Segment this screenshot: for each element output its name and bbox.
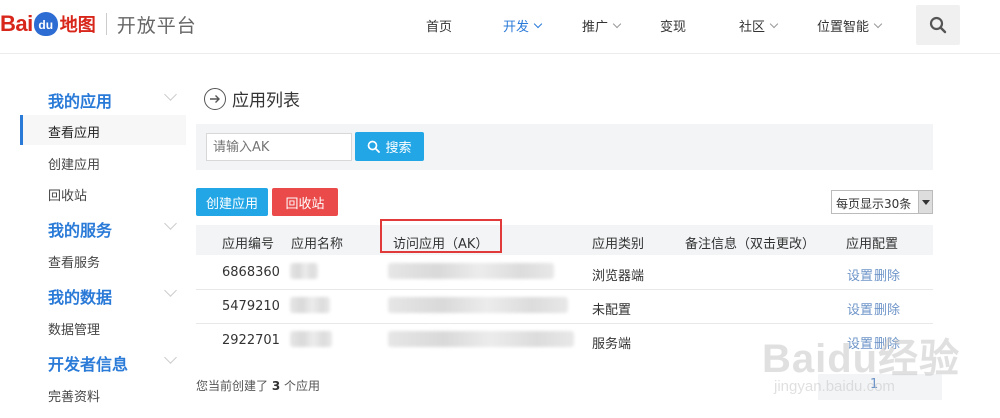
chevron-down-icon[interactable]: [164, 217, 177, 230]
column-header-notes: 备注信息（双击更改）: [685, 237, 816, 252]
platform-title: 开放平台: [116, 14, 197, 37]
nav-monetize-label: 变现: [660, 20, 687, 35]
chevron-down-icon[interactable]: [164, 351, 177, 364]
nav-location-intelligence[interactable]: 位置智能: [817, 16, 883, 35]
search-icon: [929, 16, 947, 34]
app-count-text: 您当前创建了 3 个应用: [196, 377, 320, 394]
sidebar-group-my-data[interactable]: 我的数据: [48, 284, 112, 308]
header-search-button[interactable]: [916, 5, 960, 45]
page-title: 应用列表: [204, 86, 300, 111]
redacted-app-name: [290, 263, 318, 279]
search-icon: [368, 140, 381, 153]
settings-link[interactable]: 设置: [847, 265, 873, 284]
column-header-category: 应用类别: [592, 237, 645, 252]
chevron-down-icon: [533, 19, 543, 29]
sidebar-group-developer-info[interactable]: 开发者信息: [48, 351, 128, 375]
arrow-right-circle-icon: [204, 87, 226, 110]
watermark-main-text: Baidu经验: [762, 337, 961, 381]
sidebar-item-view-apps[interactable]: 查看应用: [48, 122, 100, 141]
delete-link[interactable]: 删除: [874, 299, 900, 318]
row-category: 未配置: [592, 303, 632, 318]
chevron-down-icon: [873, 19, 883, 29]
nav-develop[interactable]: 开发: [503, 16, 543, 35]
row-app-id: 6868360: [222, 265, 280, 280]
nav-develop-label: 开发: [503, 20, 530, 35]
redacted-app-name: [290, 331, 332, 347]
nav-monetize[interactable]: 变现: [660, 16, 686, 35]
chevron-down-icon: [769, 19, 779, 29]
row-app-id: 2922701: [222, 333, 280, 348]
search-button[interactable]: 搜索: [355, 132, 424, 161]
logo-bai-text: Bai: [0, 11, 33, 36]
sidebar-group-my-apps[interactable]: 我的应用: [48, 88, 112, 112]
nav-community-label: 社区: [739, 20, 766, 35]
column-header-config: 应用配置: [846, 237, 899, 252]
settings-link[interactable]: 设置: [847, 299, 873, 318]
column-header-app-id: 应用编号: [222, 237, 275, 252]
chevron-down-icon[interactable]: [164, 284, 177, 297]
nav-promote-label: 推广: [582, 20, 609, 35]
sidebar-item-recycle-bin[interactable]: 回收站: [48, 185, 87, 204]
sidebar-item-view-services[interactable]: 查看服务: [48, 252, 100, 271]
nav-community[interactable]: 社区: [739, 16, 779, 35]
nav-home-label: 首页: [426, 20, 453, 35]
create-app-button[interactable]: 创建应用: [196, 188, 268, 216]
redacted-ak: [388, 331, 574, 347]
row-divider: [196, 289, 933, 290]
row-category: 浏览器端: [592, 269, 645, 284]
page-title-text: 应用列表: [232, 91, 300, 111]
baidu-jingyan-watermark: Baidu经验 jingyan.baidu.com: [762, 326, 960, 395]
delete-link[interactable]: 删除: [874, 265, 900, 284]
redacted-ak: [388, 263, 554, 279]
ak-column-highlight: [380, 219, 502, 253]
recycle-bin-button[interactable]: 回收站: [272, 188, 338, 216]
logo-map-text: 地图: [59, 15, 96, 36]
redacted-app-name: [290, 297, 330, 313]
per-page-value: 每页显示30条: [836, 197, 912, 211]
chevron-down-icon: [612, 19, 622, 29]
column-header-app-name: 应用名称: [291, 237, 344, 252]
logo-paw-icon: du: [33, 12, 58, 36]
per-page-select[interactable]: 每页显示30条: [831, 190, 933, 214]
nav-home[interactable]: 首页: [426, 16, 452, 35]
sidebar-group-my-services[interactable]: 我的服务: [48, 217, 112, 241]
app-count-prefix: 您当前创建了: [196, 379, 269, 393]
search-button-label: 搜索: [385, 141, 412, 156]
redacted-ak: [388, 297, 568, 313]
row-divider: [196, 323, 933, 324]
sidebar-active-indicator: [20, 115, 23, 145]
baidu-map-logo[interactable]: Bai du 地图 开放平台: [0, 8, 197, 40]
row-category: 服务端: [592, 337, 632, 352]
sidebar-item-create-app[interactable]: 创建应用: [48, 154, 100, 173]
chevron-down-icon[interactable]: [164, 88, 177, 101]
dropdown-arrow-icon[interactable]: [918, 191, 932, 213]
nav-location-label: 位置智能: [817, 20, 870, 35]
ak-search-input[interactable]: [206, 133, 352, 161]
app-count-value: 3: [271, 379, 281, 393]
sidebar-item-complete-profile[interactable]: 完善资料: [48, 386, 100, 405]
row-app-id: 5479210: [222, 299, 280, 314]
nav-promote[interactable]: 推广: [582, 16, 622, 35]
app-count-suffix: 个应用: [284, 379, 321, 393]
logo-divider: [105, 13, 107, 35]
top-header: Bai du 地图 开放平台 首页 开发 推广 变现 社区 位置智能: [0, 0, 1000, 54]
sidebar-item-data-management[interactable]: 数据管理: [48, 319, 100, 338]
sidebar-active-background: [20, 115, 186, 145]
